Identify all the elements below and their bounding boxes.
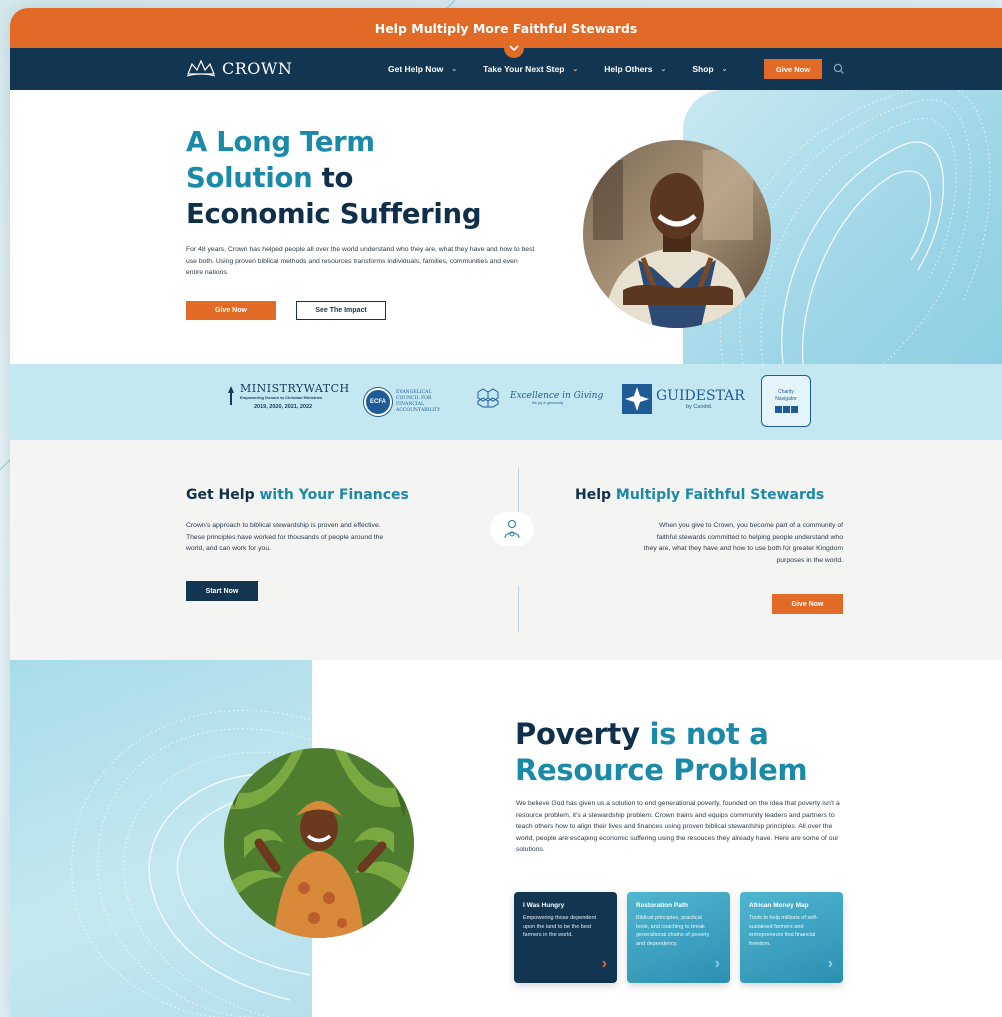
promo-text[interactable]: Help Multiply More Faithful Stewards [375, 21, 638, 36]
nav-item-label: Help Others [604, 64, 653, 74]
hero-give-now-button[interactable]: Give Now [186, 301, 276, 320]
heading-highlight: with Your Finances [254, 487, 409, 503]
hero-photo-farmer [583, 140, 771, 328]
star-icon [622, 384, 652, 414]
promo-banner[interactable]: Help Multiply More Faithful Stewards [10, 8, 1002, 58]
nav-item-label: Get Help Now [388, 64, 444, 74]
hero-section: A Long Term Solution to Economic Sufferi… [10, 90, 1002, 364]
chevron-down-icon[interactable] [504, 38, 524, 58]
nav-item-shop[interactable]: Shop ⌄ [692, 64, 727, 74]
divider [518, 468, 519, 514]
ministrywatch-years: 2019, 2020, 2021, 2022 [254, 404, 313, 410]
ministrywatch-name: MINISTRYWATCH [240, 382, 350, 395]
help-section: Get Help with Your Finances Crown's appr… [10, 440, 1002, 660]
ecfa-badge-icon: ECFA [364, 388, 392, 416]
poverty-title: Poverty is not a Resource Problem [515, 716, 808, 788]
crown-icon [186, 59, 216, 77]
heading-part: Get Help [186, 487, 255, 503]
hero-title-line-1: A Long Term [186, 126, 375, 158]
poverty-title-highlight: is not a [639, 717, 769, 751]
heading-highlight: Multiply Faithful Stewards [615, 487, 825, 503]
chevron-right-icon[interactable]: › [715, 955, 720, 973]
poverty-body-text: We believe God has given us a solution t… [516, 800, 840, 854]
nav-item-label: Take Your Next Step [483, 64, 565, 74]
solution-card-i-was-hungry[interactable]: I Was Hungry Empowering those dependent … [514, 892, 617, 983]
guidestar-logo[interactable]: GUIDESTAR by Candid. [622, 384, 745, 414]
rating-stars-icon [774, 406, 798, 413]
nav-item-get-help-now[interactable]: Get Help Now ⌄ [388, 64, 457, 74]
chevron-down-icon: ⌄ [572, 66, 579, 73]
card-title: Restoration Path [636, 902, 689, 909]
charity-line: Navigator [775, 396, 797, 402]
charity-line: Charity [778, 389, 794, 395]
nav-item-take-your-next-step[interactable]: Take Your Next Step ⌄ [483, 64, 578, 74]
poverty-title-part: Poverty [515, 717, 640, 751]
browser-page: Help Multiply More Faithful Stewards CRO… [10, 8, 1002, 1017]
solution-card-african-money-map[interactable]: African Money Map Tools to help millions… [740, 892, 843, 983]
help-multiply-heading: Help Multiply Faithful Stewards [575, 487, 824, 503]
logo-text: CROWN [222, 58, 293, 78]
nav-item-help-others[interactable]: Help Others ⌄ [604, 64, 666, 74]
poverty-photo-farmer [224, 748, 414, 938]
ministrywatch-logo[interactable]: MINISTRYWATCH Empowering Donors to Chris… [226, 382, 350, 410]
excellence-in-giving-logo[interactable]: Excellence in Giving the joy of generosi… [472, 388, 603, 408]
hero-title-highlight: Solution [186, 162, 313, 194]
poverty-title-line-2: Resource Problem [515, 753, 808, 787]
ecfa-logo[interactable]: ECFA EVANGELICAL COUNCIL FOR FINANCIAL A… [364, 388, 440, 416]
crown-logo[interactable]: CROWN [186, 58, 292, 78]
card-title: I Was Hungry [523, 902, 565, 909]
nav-item-label: Shop [692, 64, 714, 74]
guidestar-sub: by Candid. [686, 404, 713, 410]
chevron-right-icon[interactable]: › [602, 955, 607, 973]
hero-body-text: For 48 years, Crown has helped people al… [186, 246, 535, 276]
ministrywatch-tagline: Empowering Donors to Christian Ministrie… [240, 395, 323, 400]
excellence-tagline: the joy of generosity [532, 401, 564, 405]
chevron-down-icon: ⌄ [660, 66, 667, 73]
get-help-heading: Get Help with Your Finances [186, 487, 409, 503]
start-now-button[interactable]: Start Now [186, 581, 258, 601]
solution-card-restoration-path[interactable]: Restoration Path Biblical principles, pr… [627, 892, 730, 983]
accreditation-logos-band: MINISTRYWATCH Empowering Donors to Chris… [10, 364, 1002, 440]
hero-title: A Long Term Solution to Economic Sufferi… [186, 124, 482, 232]
lamp-icon [228, 386, 234, 405]
card-body: Empowering those dependent upon the land… [523, 915, 597, 938]
divider [518, 586, 519, 632]
help-multiply-body: When you give to Crown, you become part … [643, 522, 843, 564]
card-body: Biblical principles, practical tools, an… [636, 915, 710, 947]
chevron-down-icon: ⌄ [451, 66, 458, 73]
guidestar-name: GUIDESTAR [656, 388, 745, 404]
hero-title-line-2-rest: to [312, 162, 354, 194]
hero-title-line-3: Economic Suffering [186, 198, 482, 230]
chevron-down-icon: ⌄ [721, 66, 728, 73]
steward-person-icon [490, 512, 534, 546]
card-title: African Money Map [749, 902, 809, 909]
heading-part: Help [575, 487, 616, 503]
chevron-right-icon[interactable]: › [828, 955, 833, 973]
excellence-name: Excellence in Giving [510, 391, 604, 401]
poverty-section: Poverty is not a Resource Problem We bel… [10, 660, 1002, 1017]
hexagons-icon [477, 388, 499, 408]
search-icon[interactable] [832, 62, 846, 76]
charity-navigator-logo[interactable]: Charity Navigator [761, 375, 811, 427]
help-give-now-button[interactable]: Give Now [772, 594, 843, 614]
card-body: Tools to help millions of self-sustained… [749, 915, 818, 947]
nav-links: Get Help Now ⌄ Take Your Next Step ⌄ Hel… [388, 48, 727, 90]
ecfa-line: ACCOUNTABILITY [396, 408, 441, 413]
get-help-body: Crown's approach to biblical stewardship… [186, 522, 384, 552]
nav-give-now-button[interactable]: Give Now [764, 59, 822, 79]
see-the-impact-button[interactable]: See The Impact [296, 301, 386, 320]
